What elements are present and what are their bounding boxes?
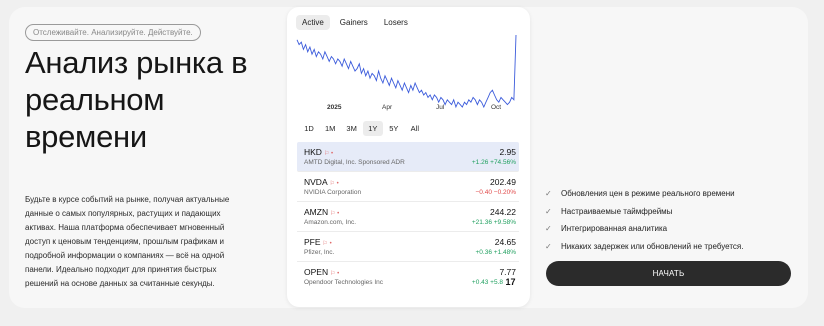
- range-1y[interactable]: 1Y: [362, 121, 383, 136]
- flag-icon: ⚐ •: [329, 181, 339, 187]
- stock-row-pfe[interactable]: PFE ⚐ • Pfizer, Inc. 24.65 +0.36 +1.48%: [297, 232, 519, 262]
- stock-change: −0.40 −0.20%: [475, 189, 516, 196]
- stock-change: +0.43 +5.8: [471, 279, 503, 286]
- feature-list: ✓ Обновления цен в режиме реального време…: [545, 185, 800, 255]
- feature-item: ✓ Настраиваемые таймфреймы: [545, 206, 673, 216]
- tab-gainers[interactable]: Gainers: [334, 15, 374, 30]
- stock-change: +1.26 +74.56%: [471, 159, 516, 166]
- stock-name: AMTD Digital, Inc. Sponsored ADR: [304, 159, 405, 166]
- headline-line: Анализ рынка в: [25, 45, 248, 80]
- stock-name: Opendoor Technologies Inc: [304, 279, 384, 286]
- range-1d[interactable]: 1D: [299, 121, 319, 136]
- description-line: решений на основе данных за считанные се…: [25, 279, 215, 288]
- check-icon: ✓: [545, 189, 552, 199]
- feature-item: ✓ Никаких задержек или обновлений не треб…: [545, 241, 744, 251]
- page-title: Анализ рынка в реальном времени: [25, 44, 285, 155]
- stock-name: Pfizer, Inc.: [304, 249, 335, 256]
- description-line: Будьте в курсе событий на рынке, получая…: [25, 195, 230, 204]
- stock-row-amzn[interactable]: AMZN ⚐ • Amazon.com, Inc. 244.22 +21.36 +…: [297, 202, 519, 232]
- stock-price: 7.77: [499, 267, 516, 277]
- stock-row-nvda[interactable]: NVDA ⚐ • NVIDIA Corporation 202.49 −0.40 …: [297, 172, 519, 202]
- stock-price: 24.65: [494, 237, 516, 247]
- stock-symbol: NVDA ⚐ •: [304, 177, 339, 187]
- description-line: доступ к ценовым тенденциям, прошлым гра…: [25, 237, 224, 246]
- start-button[interactable]: НАЧАТЬ: [546, 261, 791, 286]
- widget-tabs: Active Gainers Losers: [296, 15, 414, 30]
- stock-price: 244.22: [490, 207, 516, 217]
- check-icon: ✓: [545, 241, 552, 251]
- range-1m[interactable]: 1M: [320, 121, 340, 136]
- flag-icon: ⚐ •: [330, 271, 340, 277]
- description-line: активах. Наша платформа обеспечивает мгн…: [25, 223, 225, 232]
- feature-item: ✓ Интегрированная аналитика: [545, 224, 668, 234]
- description-line: подробной информации о компаниях — всё н…: [25, 251, 225, 260]
- range-5y[interactable]: 5Y: [384, 121, 404, 136]
- stock-list: HKD ⚐ • AMTD Digital, Inc. Sponsored ADR …: [297, 142, 519, 292]
- feature-item: ✓ Обновления цен в режиме реального време…: [545, 189, 735, 199]
- chart-x-axis: 2025 Apr Jul Oct: [287, 104, 530, 116]
- range-selector: 1D 1M 3M 1Y 5Y All: [299, 121, 425, 136]
- flag-icon: ⚐ •: [323, 151, 334, 157]
- headline-line: реальном: [25, 82, 165, 117]
- stock-row-open[interactable]: OPEN ⚐ • Opendoor Technologies Inc 7.77 +…: [297, 262, 519, 292]
- chart-x-tick: Apr: [382, 104, 393, 111]
- market-widget: Active Gainers Losers 2025 Apr Jul Oct 1…: [287, 7, 530, 307]
- tab-losers[interactable]: Losers: [378, 15, 414, 30]
- chart-x-tick: Oct: [491, 104, 502, 111]
- tab-active[interactable]: Active: [296, 15, 330, 30]
- stock-row-hkd[interactable]: HKD ⚐ • AMTD Digital, Inc. Sponsored ADR …: [297, 142, 519, 172]
- flag-icon: ⚐ •: [322, 241, 332, 247]
- check-icon: ✓: [545, 206, 552, 216]
- check-icon: ✓: [545, 224, 552, 234]
- stock-name: NVIDIA Corporation: [304, 189, 362, 196]
- tagline-pill: Отслеживайте. Анализируйте. Действуйте.: [25, 24, 201, 41]
- range-all[interactable]: All: [405, 121, 425, 136]
- chart-x-tick: Jul: [436, 104, 445, 111]
- stock-price: 2.95: [499, 147, 516, 157]
- range-3m[interactable]: 3M: [341, 121, 361, 136]
- stock-name: Amazon.com, Inc.: [304, 219, 357, 226]
- description-line: панели. Идеально подходит для принятия б…: [25, 265, 217, 274]
- description: Будьте в курсе событий на рынке, получая…: [25, 193, 245, 291]
- chart-series-line: [296, 34, 517, 109]
- stock-change: +0.36 +1.48%: [475, 249, 516, 256]
- stock-change: +21.36 +9.58%: [471, 219, 516, 226]
- chart-x-tick: 2025: [327, 104, 342, 111]
- stock-price: 202.49: [490, 177, 516, 187]
- description-line: данные о самых популярных, растущих и па…: [25, 209, 221, 218]
- tradingview-logo-icon[interactable]: 17: [505, 277, 516, 288]
- stock-symbol: HKD ⚐ •: [304, 147, 334, 157]
- stock-symbol: OPEN ⚐ •: [304, 267, 340, 277]
- stock-symbol: AMZN ⚐ •: [304, 207, 340, 217]
- stock-symbol: PFE ⚐ •: [304, 237, 332, 247]
- headline-line: времени: [25, 119, 147, 154]
- flag-icon: ⚐ •: [330, 211, 340, 217]
